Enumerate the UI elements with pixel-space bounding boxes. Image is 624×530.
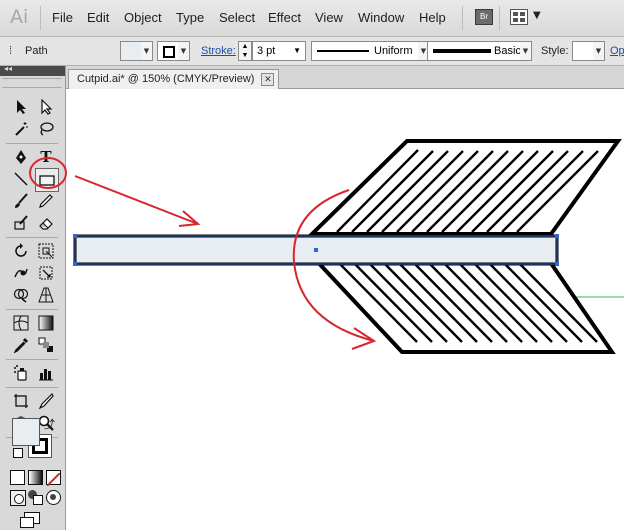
anchor-point[interactable]	[555, 262, 559, 266]
upper-feather[interactable]	[307, 139, 622, 236]
upper-feather-outline	[307, 139, 622, 236]
anchor-point[interactable]	[555, 234, 559, 238]
lower-feather-outline	[307, 254, 616, 354]
lower-feather[interactable]	[307, 254, 616, 354]
annotation-arrow-line	[74, 175, 199, 225]
annotation-highlight-circle	[29, 157, 67, 189]
arrow-shaft[interactable]	[73, 234, 559, 266]
anchor-point[interactable]	[73, 234, 77, 238]
fill-color-box[interactable]	[12, 418, 40, 446]
center-point	[314, 248, 318, 252]
artwork-layer	[29, 139, 624, 354]
anchor-point[interactable]	[73, 262, 77, 266]
